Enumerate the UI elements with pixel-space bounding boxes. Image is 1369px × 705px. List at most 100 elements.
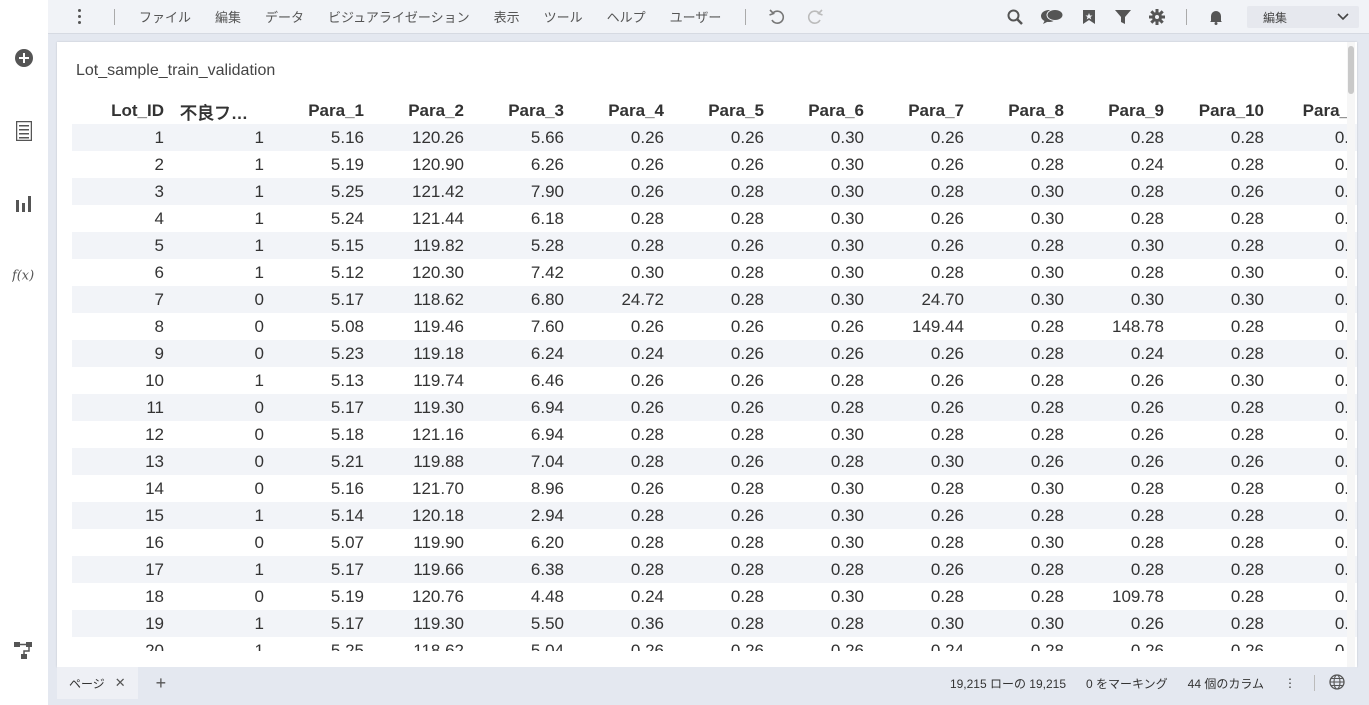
table-cell[interactable]: 0.26	[772, 340, 872, 367]
table-cell[interactable]: 0.28	[1172, 205, 1272, 232]
table-cell[interactable]: 0	[172, 286, 272, 313]
table-row[interactable]: 14 0 5.16 121.70 8.96 0.26 0.28 0.30 0.28 0.30 0.2…	[72, 475, 1357, 502]
data-table[interactable]: Lot_ID 不良フ… Para_1 Para_2 Para_3 Para_4 Para_5…	[72, 98, 1357, 651]
table-cell[interactable]: 120.30	[372, 259, 472, 286]
bell-icon[interactable]	[1207, 8, 1225, 26]
filter-icon[interactable]	[1114, 8, 1132, 26]
table-cell[interactable]: 0.30	[872, 610, 972, 637]
table-row[interactable]: 1 1 5.16 120.26 5.66 0.26 0.26 0.30 0.26 0.28 0.28…	[72, 124, 1357, 151]
table-cell[interactable]: 0.30	[972, 529, 1072, 556]
table-cell[interactable]: 0.24	[872, 637, 972, 652]
table-cell[interactable]: 0.30	[972, 259, 1072, 286]
table-cell[interactable]: 119.46	[372, 313, 472, 340]
table-cell[interactable]: 0.28	[1172, 151, 1272, 178]
table-cell[interactable]: 0.28	[972, 556, 1072, 583]
table-cell[interactable]: 0.30	[1172, 286, 1272, 313]
table-cell[interactable]: 0.30	[1072, 232, 1172, 259]
table-row[interactable]: 19 1 5.17 119.30 5.50 0.36 0.28 0.28 0.30 0.30 0.2…	[72, 610, 1357, 637]
table-cell[interactable]: 0.24	[1072, 151, 1172, 178]
table-cell[interactable]: 7.42	[472, 259, 572, 286]
table-cell[interactable]: 6.94	[472, 394, 572, 421]
table-cell[interactable]: 6	[72, 259, 172, 286]
table-cell[interactable]: 19	[72, 610, 172, 637]
table-cell[interactable]: 0.28	[1172, 610, 1272, 637]
table-row[interactable]: 12 0 5.18 121.16 6.94 0.28 0.28 0.30 0.28 0.28 0.2…	[72, 421, 1357, 448]
close-icon[interactable]: ✕	[115, 675, 126, 691]
table-cell[interactable]: 0.30	[1072, 286, 1172, 313]
table-cell[interactable]: 0	[172, 313, 272, 340]
table-cell[interactable]: 5.21	[272, 448, 372, 475]
table-cell[interactable]: 1	[172, 232, 272, 259]
table-cell[interactable]: 0.26	[672, 313, 772, 340]
table-cell[interactable]: 0.24	[572, 340, 672, 367]
table-cell[interactable]: 0.28	[1172, 475, 1272, 502]
table-cell[interactable]: 24.72	[572, 286, 672, 313]
table-cell[interactable]: 0.	[1272, 421, 1357, 448]
table-cell[interactable]: 0.28	[972, 124, 1072, 151]
table-cell[interactable]: 119.82	[372, 232, 472, 259]
table-cell[interactable]: 0.26	[1172, 448, 1272, 475]
table-cell[interactable]: 0.26	[572, 178, 672, 205]
table-cell[interactable]: 0.28	[972, 340, 1072, 367]
table-cell[interactable]: 5.17	[272, 394, 372, 421]
table-cell[interactable]: 0.26	[872, 124, 972, 151]
table-cell[interactable]: 5	[72, 232, 172, 259]
table-row[interactable]: 17 1 5.17 119.66 6.38 0.28 0.28 0.28 0.26 0.28 0.2…	[72, 556, 1357, 583]
table-cell[interactable]: 15	[72, 502, 172, 529]
table-cell[interactable]: 0.28	[872, 475, 972, 502]
column-header[interactable]: 不良フ…	[172, 98, 272, 124]
table-cell[interactable]: 14	[72, 475, 172, 502]
table-cell[interactable]: 12	[72, 421, 172, 448]
table-cell[interactable]: 0.	[1272, 286, 1357, 313]
table-cell[interactable]: 0	[172, 340, 272, 367]
bookmark-icon[interactable]	[1080, 8, 1098, 26]
table-cell[interactable]: 0.	[1272, 529, 1357, 556]
table-cell[interactable]: 5.24	[272, 205, 372, 232]
table-cell[interactable]: 0.26	[672, 367, 772, 394]
table-cell[interactable]: 2	[72, 151, 172, 178]
table-cell[interactable]: 8	[72, 313, 172, 340]
table-cell[interactable]: 0.	[1272, 313, 1357, 340]
table-cell[interactable]: 121.16	[372, 421, 472, 448]
column-header[interactable]: Para_7	[872, 98, 972, 124]
table-cell[interactable]: 0.28	[1172, 529, 1272, 556]
table-cell[interactable]: 0.	[1272, 556, 1357, 583]
table-cell[interactable]: 0.28	[572, 205, 672, 232]
table-cell[interactable]: 120.18	[372, 502, 472, 529]
table-cell[interactable]: 119.66	[372, 556, 472, 583]
table-cell[interactable]: 0.26	[872, 556, 972, 583]
table-cell[interactable]: 0.30	[772, 421, 872, 448]
table-cell[interactable]: 6.46	[472, 367, 572, 394]
table-cell[interactable]: 0.26	[872, 340, 972, 367]
table-row[interactable]: 13 0 5.21 119.88 7.04 0.28 0.26 0.28 0.30 0.26 0.2…	[72, 448, 1357, 475]
table-row[interactable]: 3 1 5.25 121.42 7.90 0.26 0.28 0.30 0.28 0.30 0.28…	[72, 178, 1357, 205]
table-cell[interactable]: 5.17	[272, 556, 372, 583]
table-row[interactable]: 6 1 5.12 120.30 7.42 0.30 0.28 0.30 0.28 0.30 0.28…	[72, 259, 1357, 286]
table-cell[interactable]: 119.88	[372, 448, 472, 475]
table-cell[interactable]: 0.30	[772, 124, 872, 151]
menu-edit[interactable]: 編集	[203, 7, 253, 26]
settings-icon[interactable]	[1148, 8, 1166, 26]
table-cell[interactable]: 0.28	[872, 583, 972, 610]
column-header[interactable]: Para_3	[472, 98, 572, 124]
table-cell[interactable]: 0.26	[1072, 610, 1172, 637]
table-cell[interactable]: 0.26	[1172, 178, 1272, 205]
table-cell[interactable]: 120.76	[372, 583, 472, 610]
table-cell[interactable]: 11	[72, 394, 172, 421]
table-cell[interactable]: 0.28	[1172, 421, 1272, 448]
column-header[interactable]: Para_	[1272, 98, 1357, 124]
table-cell[interactable]: 0.30	[972, 610, 1072, 637]
table-cell[interactable]: 5.14	[272, 502, 372, 529]
table-cell[interactable]: 1	[172, 502, 272, 529]
table-cell[interactable]: 0.	[1272, 367, 1357, 394]
table-cell[interactable]: 7.60	[472, 313, 572, 340]
table-cell[interactable]: 121.42	[372, 178, 472, 205]
table-cell[interactable]: 5.16	[272, 475, 372, 502]
menu-file[interactable]: ファイル	[127, 7, 203, 26]
table-cell[interactable]: 3	[72, 178, 172, 205]
table-cell[interactable]: 5.18	[272, 421, 372, 448]
table-cell[interactable]: 0.30	[972, 178, 1072, 205]
table-cell[interactable]: 0.30	[772, 178, 872, 205]
table-cell[interactable]: 0.26	[1072, 637, 1172, 652]
column-header[interactable]: Para_2	[372, 98, 472, 124]
